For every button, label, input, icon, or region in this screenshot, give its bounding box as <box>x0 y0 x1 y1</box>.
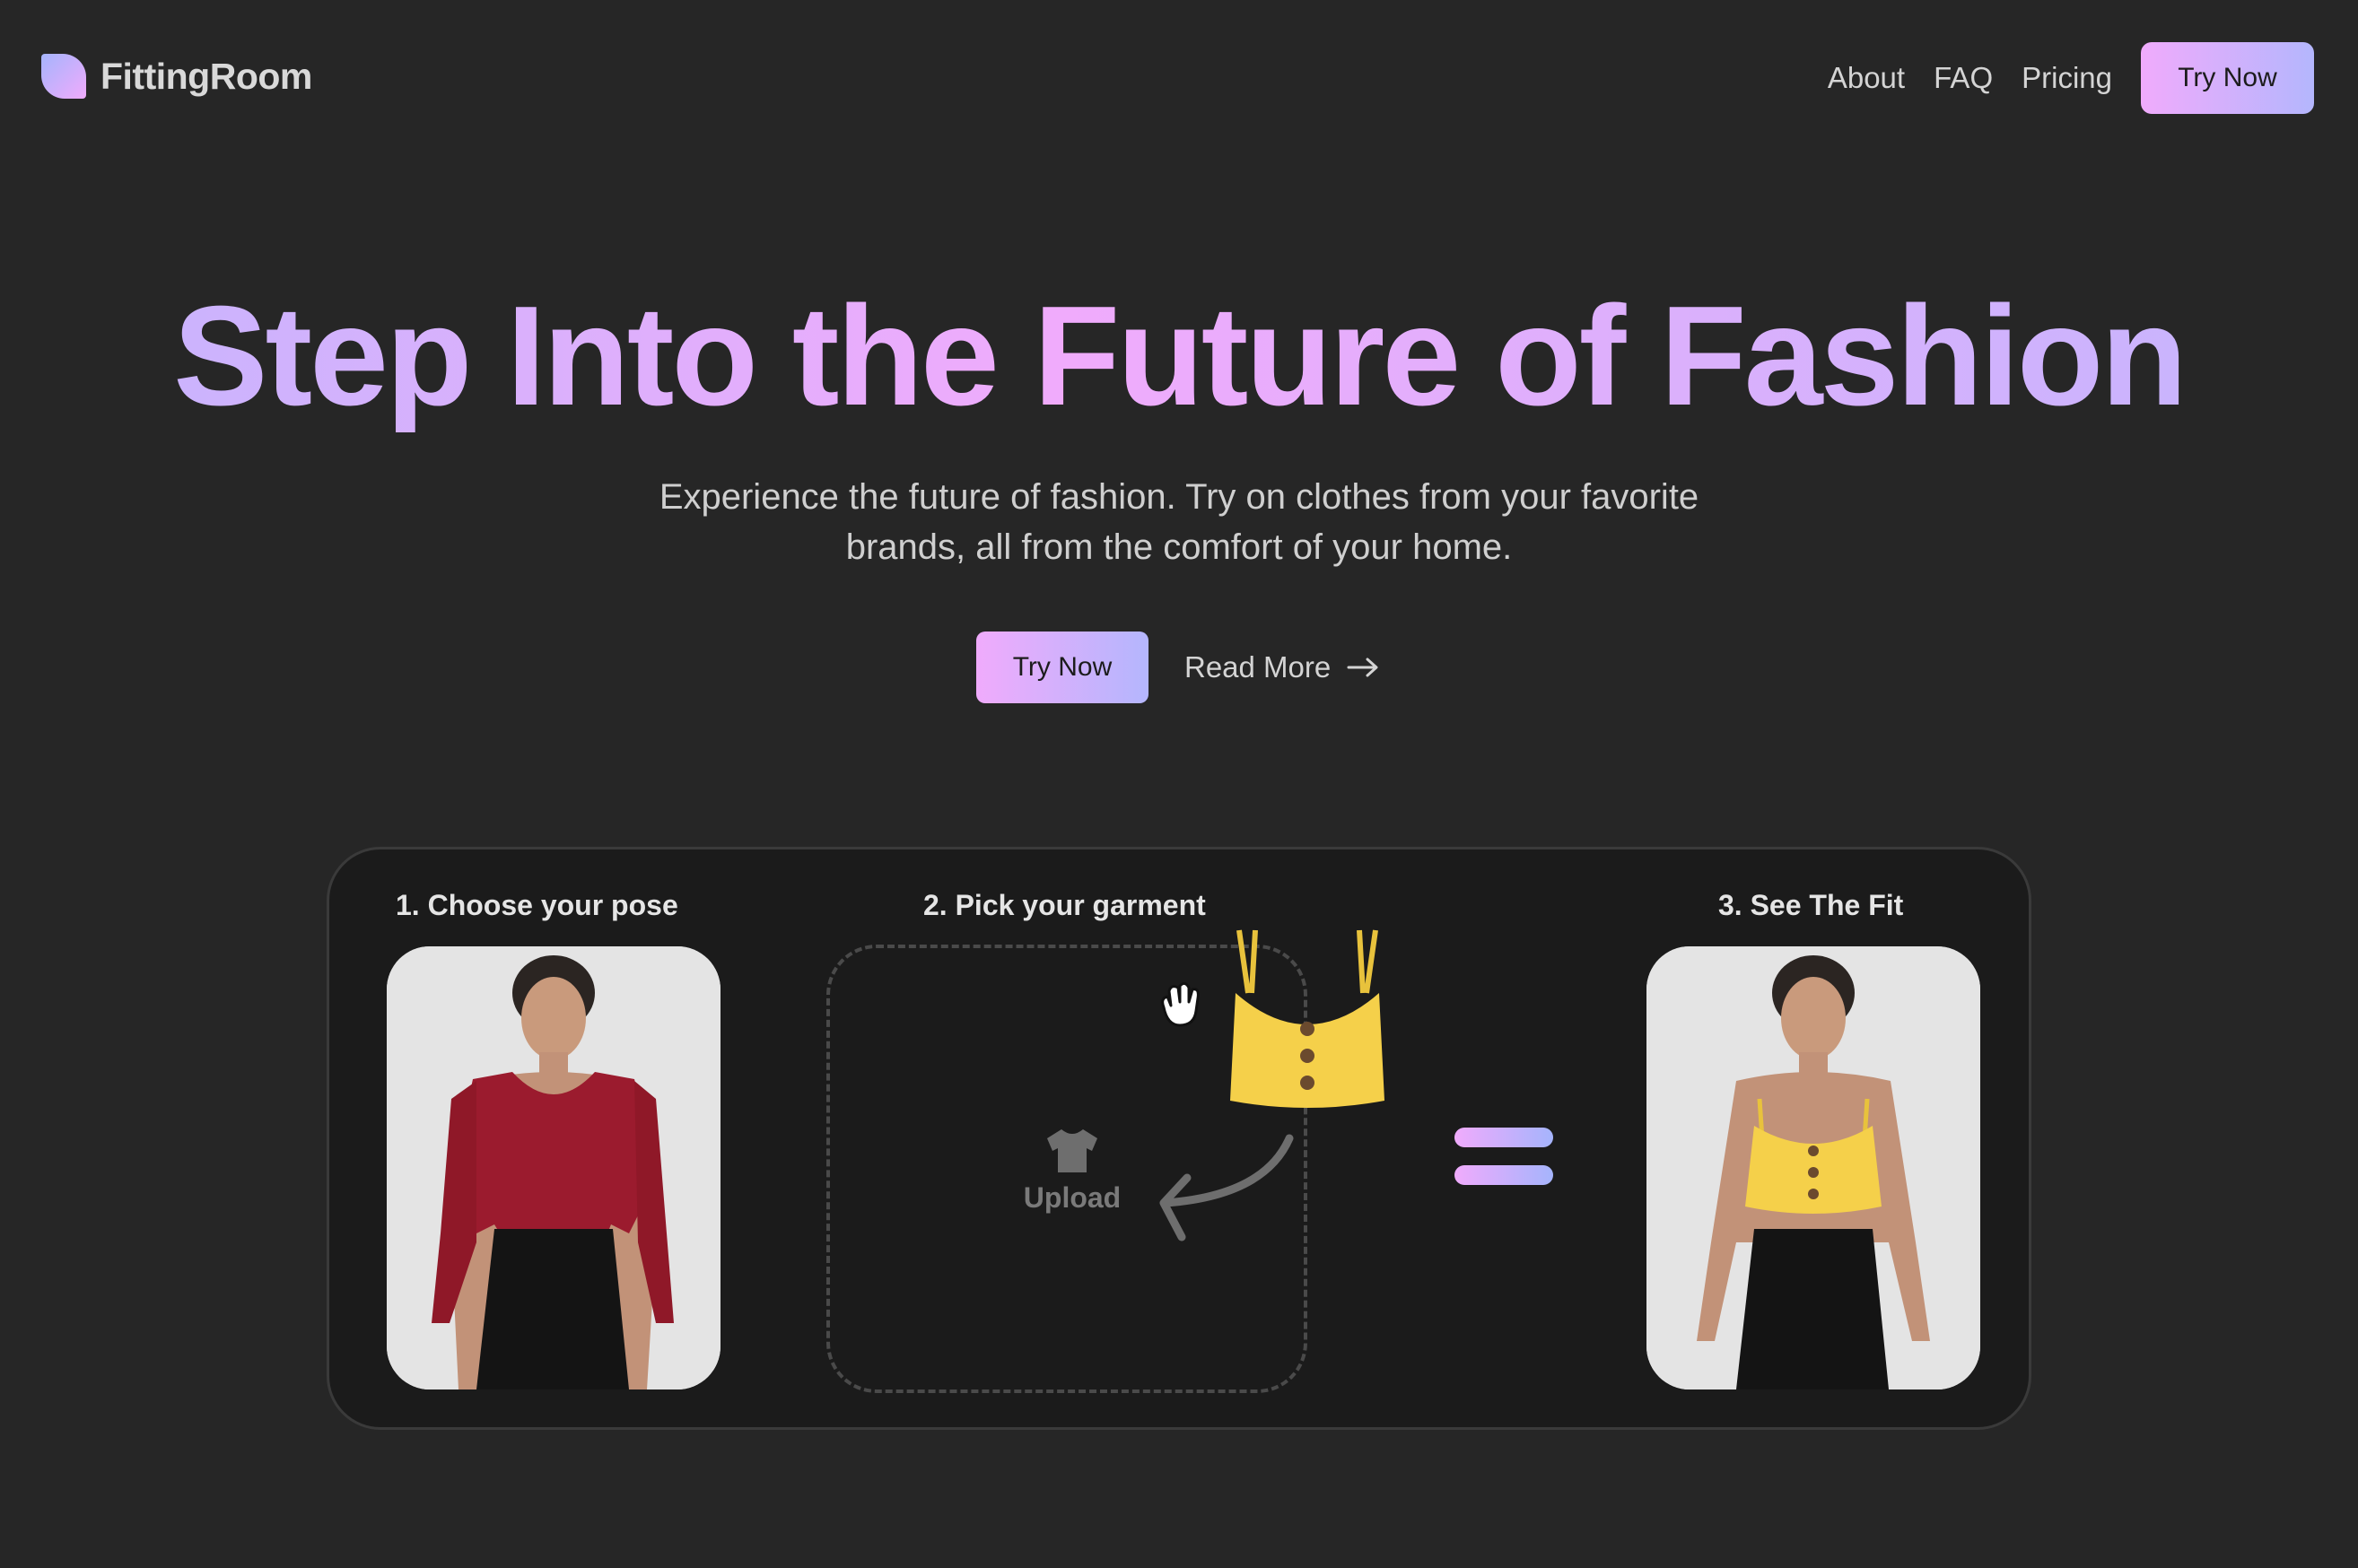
upload-label: Upload <box>1023 1181 1122 1214</box>
read-more-label: Read More <box>1184 650 1332 684</box>
top-navbar: FittingRoom About FAQ Pricing Try Now <box>0 0 2358 158</box>
hero-title: Step Into the Future of Fashion <box>0 280 2358 432</box>
equals-bar-bottom <box>1454 1165 1553 1185</box>
step-2-label: 2. Pick your garment <box>923 889 1206 921</box>
how-it-works-card: 1. Choose your pose 2. Pick your garment… <box>327 847 2031 1430</box>
tshirt-icon <box>1018 1128 1126 1174</box>
yellow-crop-top-garment[interactable] <box>1209 921 1406 1119</box>
hero-try-now-button[interactable]: Try Now <box>976 632 1148 703</box>
nav-link-pricing[interactable]: Pricing <box>2022 42 2112 114</box>
curved-arrow-icon <box>1148 1133 1300 1250</box>
hero-subtitle: Experience the future of fashion. Try on… <box>551 472 1807 572</box>
nav-try-now-button[interactable]: Try Now <box>2141 42 2314 114</box>
read-more-link[interactable]: Read More <box>1184 650 1379 684</box>
grab-hand-icon <box>1155 980 1209 1031</box>
brand-logo[interactable]: FittingRoom <box>41 54 312 99</box>
brand-name: FittingRoom <box>100 55 312 97</box>
equals-bar-top <box>1454 1128 1553 1147</box>
hero-subtitle-line-2: brands, all from the comfort of your hom… <box>845 527 1513 567</box>
hero-cta-row: Try Now Read More <box>976 632 1379 703</box>
nav-link-faq[interactable]: FAQ <box>1934 42 1993 114</box>
hero-subtitle-line-1: Experience the future of fashion. Try on… <box>659 477 1699 517</box>
logo-mark-icon <box>41 54 86 99</box>
nav-links: About FAQ Pricing Try Now <box>1828 42 2314 114</box>
step-3-label: 3. See The Fit <box>1718 889 1904 921</box>
equals-icon <box>1454 1128 1553 1203</box>
fit-result-photo[interactable] <box>1646 946 1980 1389</box>
step-1-label: 1. Choose your pose <box>396 889 678 921</box>
pose-photo[interactable] <box>387 946 720 1389</box>
arrow-right-icon <box>1347 657 1379 678</box>
upload-prompt: Upload <box>1018 1128 1126 1215</box>
nav-link-about[interactable]: About <box>1828 42 1905 114</box>
